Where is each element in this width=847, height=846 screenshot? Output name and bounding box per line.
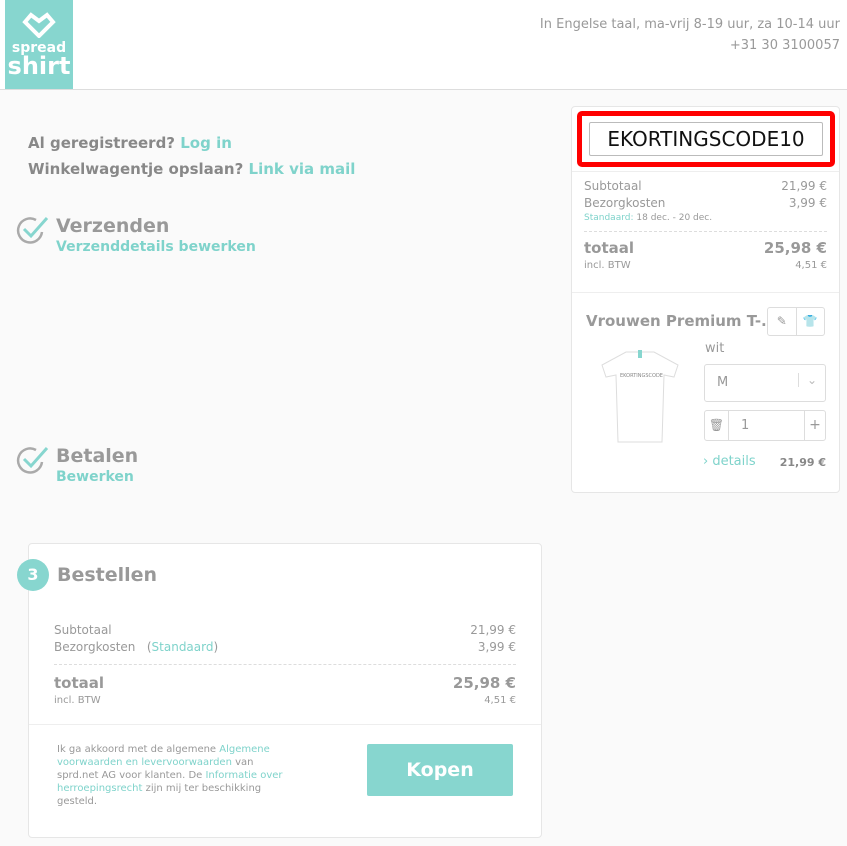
shipping-label: Bezorgkosten — [54, 640, 136, 654]
shipping-type-link[interactable]: Standaard — [152, 640, 214, 654]
login-prompt: Al geregistreerd? Log in Winkelwagentje … — [28, 130, 355, 182]
subtotal-value: 21,99 € — [781, 179, 827, 193]
subtotal-value: 21,99 € — [470, 623, 516, 637]
delivery-type: Standaard: — [584, 213, 634, 223]
contact-info: In Engelse taal, ma-vrij 8-19 uur, za 10… — [540, 14, 840, 56]
logo-text-bottom: shirt — [7, 52, 71, 80]
check-circle-icon — [16, 217, 49, 244]
product-name[interactable]: Vrouwen Premium T-... — [586, 312, 778, 330]
subtotal-label: Subtotaal — [54, 623, 112, 637]
step-title: Betalen — [56, 445, 139, 467]
edit-design-icon[interactable]: ✎ — [768, 308, 797, 335]
chevron-down-icon: ⌄ — [797, 373, 817, 387]
delivery-dates: 18 dec. - 20 dec. — [636, 213, 713, 223]
shipping-value: 3,99 € — [477, 640, 516, 654]
total-label: totaal — [54, 674, 105, 692]
coupon-input[interactable]: EKORTINGSCODE10 — [589, 122, 823, 156]
size-select[interactable]: M ⌄ — [704, 364, 826, 402]
vat-value: 4,51 € — [795, 260, 827, 271]
step-title: Bestellen — [57, 564, 158, 586]
trash-icon[interactable]: 🗑 — [705, 411, 729, 440]
quantity-stepper: 🗑 1 + — [704, 410, 826, 441]
registered-text: Al geregistreerd? — [28, 134, 176, 152]
product-color: wit — [705, 341, 725, 356]
order-summary: Subtotaal 21,99 € Bezorgkosten (Standaard… — [54, 622, 516, 709]
total-label: totaal — [584, 239, 635, 257]
order-card: 3 Bestellen Subtotaal 21,99 € Bezorgkoste… — [17, 543, 542, 838]
plus-icon[interactable]: + — [804, 411, 825, 440]
save-cart-text: Winkelwagentje opslaan? — [28, 160, 244, 178]
heart-icon — [22, 12, 56, 39]
sidebar-summary: Subtotaal 21,99 € Bezorgkosten 3,99 € Stan… — [584, 178, 827, 274]
total-value: 25,98 € — [452, 674, 516, 692]
spreadshirt-logo[interactable]: spread shirt — [5, 0, 73, 89]
buy-button[interactable]: Kopen — [367, 744, 513, 796]
product-image[interactable]: EKORTINGSCODE — [598, 347, 682, 447]
step-number: 3 — [17, 559, 49, 591]
phone-number: +31 30 3100057 — [729, 38, 840, 53]
product-price: 21,99 € — [779, 456, 826, 469]
cart-sidebar: EKORTINGSCODE10 Subtotaal 21,99 € Bezorgk… — [571, 106, 840, 493]
login-link[interactable]: Log in — [180, 134, 232, 152]
terms-text-1: Ik ga akkoord met de algemene — [57, 744, 220, 755]
tshirt-image-icon — [601, 350, 679, 443]
mail-link[interactable]: Link via mail — [249, 160, 356, 178]
product-actions: ✎ 👕 — [767, 307, 825, 336]
step-betalen: Betalen Bewerken — [16, 445, 138, 485]
size-value: M — [717, 375, 729, 390]
print-text: EKORTINGSCODE — [620, 373, 663, 379]
contact-hours: In Engelse taal, ma-vrij 8-19 uur, za 10… — [539, 17, 840, 32]
shipping-label: Bezorgkosten — [584, 196, 666, 210]
edit-shipping-link[interactable]: Verzenddetails bewerken — [56, 239, 256, 255]
edit-payment-link[interactable]: Bewerken — [56, 469, 134, 485]
total-value: 25,98 € — [763, 239, 827, 257]
check-circle-icon — [16, 447, 49, 474]
details-link[interactable]: › details — [703, 454, 756, 469]
quantity-input[interactable]: 1 — [741, 418, 749, 433]
vat-label: incl. BTW — [54, 695, 101, 706]
shipping-value: 3,99 € — [788, 196, 827, 210]
subtotal-label: Subtotaal — [584, 179, 642, 193]
vat-value: 4,51 € — [484, 695, 516, 706]
step-verzenden: Verzenden Verzenddetails bewerken — [16, 215, 256, 255]
tshirt-icon[interactable]: 👕 — [797, 308, 825, 335]
coupon-highlight: EKORTINGSCODE10 — [577, 111, 835, 167]
header: spread shirt In Engelse taal, ma-vrij 8-… — [0, 0, 847, 90]
step-title: Verzenden — [56, 215, 170, 237]
vat-label: incl. BTW — [584, 260, 631, 271]
terms-text: Ik ga akkoord met de algemene Algemene v… — [57, 743, 292, 808]
